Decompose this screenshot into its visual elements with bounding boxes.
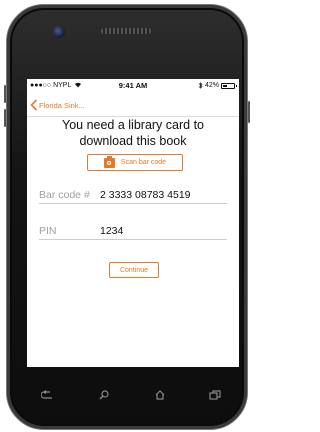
barcode-field[interactable]: Bar code # 2 3333 08783 4519 <box>39 188 227 204</box>
power-button[interactable] <box>248 101 250 123</box>
back-button[interactable]: Florida Sink... <box>30 99 85 111</box>
android-soft-keys <box>27 385 239 405</box>
scan-bar-code-button[interactable]: Scan bar code <box>87 154 183 171</box>
pin-field[interactable]: PIN 1234 <box>39 224 227 240</box>
camera-icon <box>103 155 115 168</box>
continue-button[interactable]: Continue <box>109 262 159 278</box>
home-icon <box>155 390 165 400</box>
bluetooth-icon <box>198 82 203 89</box>
chevron-left-icon <box>30 99 38 111</box>
front-camera <box>53 26 65 38</box>
scan-button-label: Scan bar code <box>120 159 167 166</box>
earpiece-speaker <box>101 28 151 34</box>
title-line: download this book <box>79 134 187 148</box>
battery-percent: 42% <box>204 82 219 89</box>
soft-search-button[interactable] <box>94 385 114 405</box>
volume-button[interactable] <box>4 85 6 103</box>
volume-button[interactable] <box>4 109 6 127</box>
battery-level <box>223 84 228 87</box>
soft-recent-button[interactable] <box>205 385 225 405</box>
status-bar: ●●●○○ NYPL 9:41 AM 42% <box>27 79 239 93</box>
soft-back-button[interactable] <box>37 385 57 405</box>
barcode-input[interactable]: 2 3333 08783 4519 <box>100 189 191 203</box>
screen: ●●●○○ NYPL 9:41 AM 42% Florida Sink... Y… <box>27 79 239 367</box>
back-arrow-icon <box>41 390 52 399</box>
status-right: 42% <box>198 82 237 89</box>
pin-label: PIN <box>39 225 57 237</box>
back-label: Florida Sink... <box>39 100 85 110</box>
page-title: You need a library card to download this… <box>37 117 229 149</box>
battery-icon <box>221 82 237 89</box>
pin-input[interactable]: 1234 <box>100 225 123 239</box>
recent-apps-icon <box>209 390 221 400</box>
barcode-label: Bar code # <box>39 189 90 201</box>
navigation-bar: Florida Sink... <box>27 95 239 117</box>
search-icon <box>99 390 109 400</box>
title-line: You need a library card to <box>62 118 204 132</box>
soft-home-button[interactable] <box>150 385 170 405</box>
